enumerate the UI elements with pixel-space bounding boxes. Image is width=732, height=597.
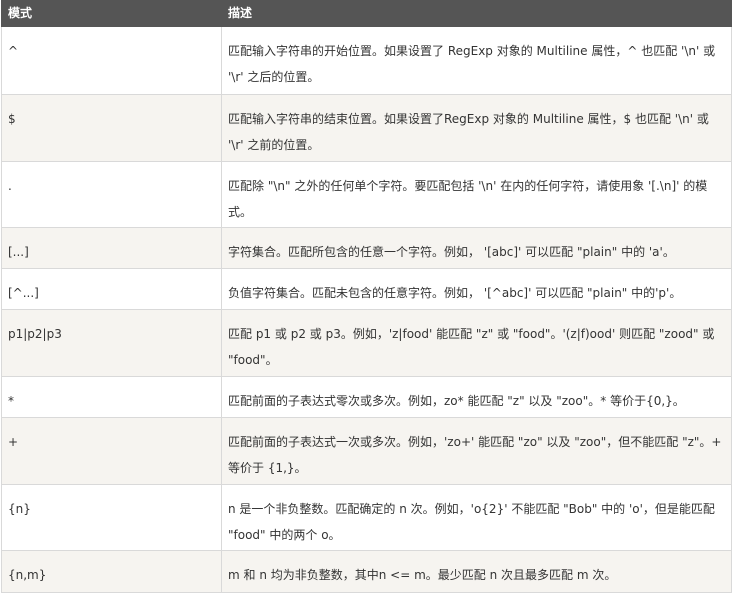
description-cell: 匹配前面的子表达式一次或多次。例如，'zo+' 能匹配 "zo" 以及 "zoo… xyxy=(221,417,732,485)
pattern-cell: p1|p2|p3 xyxy=(1,309,222,377)
table-row: {n} n 是一个非负整数。匹配确定的 n 次。例如，'o{2}' 不能匹配 "… xyxy=(1,484,732,551)
description-cell: 字符集合。匹配所包含的任意一个字符。例如， '[abc]' 可以匹配 "plai… xyxy=(221,227,732,269)
table-row: [^...] 负值字符集合。匹配未包含的任意字符。例如， '[^abc]' 可以… xyxy=(1,268,732,310)
table-row: [...] 字符集合。匹配所包含的任意一个字符。例如， '[abc]' 可以匹配… xyxy=(1,227,732,269)
pattern-cell: {n,m} xyxy=(1,550,222,593)
pattern-cell: * xyxy=(1,376,222,418)
description-cell: 匹配前面的子表达式零次或多次。例如，zo* 能匹配 "z" 以及 "zoo"。*… xyxy=(221,376,732,418)
description-cell: 匹配输入字符串的开始位置。如果设置了 RegExp 对象的 Multiline … xyxy=(221,26,732,95)
table-row: ^ 匹配输入字符串的开始位置。如果设置了 RegExp 对象的 Multilin… xyxy=(1,26,732,95)
pattern-cell: {n} xyxy=(1,484,222,551)
header-pattern: 模式 xyxy=(1,0,222,27)
pattern-cell: [...] xyxy=(1,227,222,269)
pattern-cell: . xyxy=(1,161,222,228)
description-cell: 匹配除 "\n" 之外的任何单个字符。要匹配包括 '\n' 在内的任何字符，请使… xyxy=(221,161,732,228)
table-row: . 匹配除 "\n" 之外的任何单个字符。要匹配包括 '\n' 在内的任何字符，… xyxy=(1,161,732,228)
table-row: + 匹配前面的子表达式一次或多次。例如，'zo+' 能匹配 "zo" 以及 "z… xyxy=(1,417,732,485)
table-header-row: 模式 描述 xyxy=(1,0,732,27)
pattern-cell: ^ xyxy=(1,26,222,95)
header-description: 描述 xyxy=(221,0,732,27)
pattern-cell: + xyxy=(1,417,222,485)
description-cell: 匹配输入字符串的结束位置。如果设置了RegExp 对象的 Multiline 属… xyxy=(221,94,732,162)
table-row: p1|p2|p3 匹配 p1 或 p2 或 p3。例如，'z|food' 能匹配… xyxy=(1,309,732,377)
description-cell: n 是一个非负整数。匹配确定的 n 次。例如，'o{2}' 不能匹配 "Bob"… xyxy=(221,484,732,551)
regex-pattern-table: 模式 描述 ^ 匹配输入字符串的开始位置。如果设置了 RegExp 对象的 Mu… xyxy=(1,0,732,593)
pattern-cell: $ xyxy=(1,94,222,162)
table-row: * 匹配前面的子表达式零次或多次。例如，zo* 能匹配 "z" 以及 "zoo"… xyxy=(1,376,732,418)
description-cell: m 和 n 均为非负整数，其中n <= m。最少匹配 n 次且最多匹配 m 次。 xyxy=(221,550,732,593)
table-row: $ 匹配输入字符串的结束位置。如果设置了RegExp 对象的 Multiline… xyxy=(1,94,732,162)
pattern-cell: [^...] xyxy=(1,268,222,310)
description-cell: 负值字符集合。匹配未包含的任意字符。例如， '[^abc]' 可以匹配 "pla… xyxy=(221,268,732,310)
table-row: {n,m} m 和 n 均为非负整数，其中n <= m。最少匹配 n 次且最多匹… xyxy=(1,550,732,593)
description-cell: 匹配 p1 或 p2 或 p3。例如，'z|food' 能匹配 "z" 或 "f… xyxy=(221,309,732,377)
